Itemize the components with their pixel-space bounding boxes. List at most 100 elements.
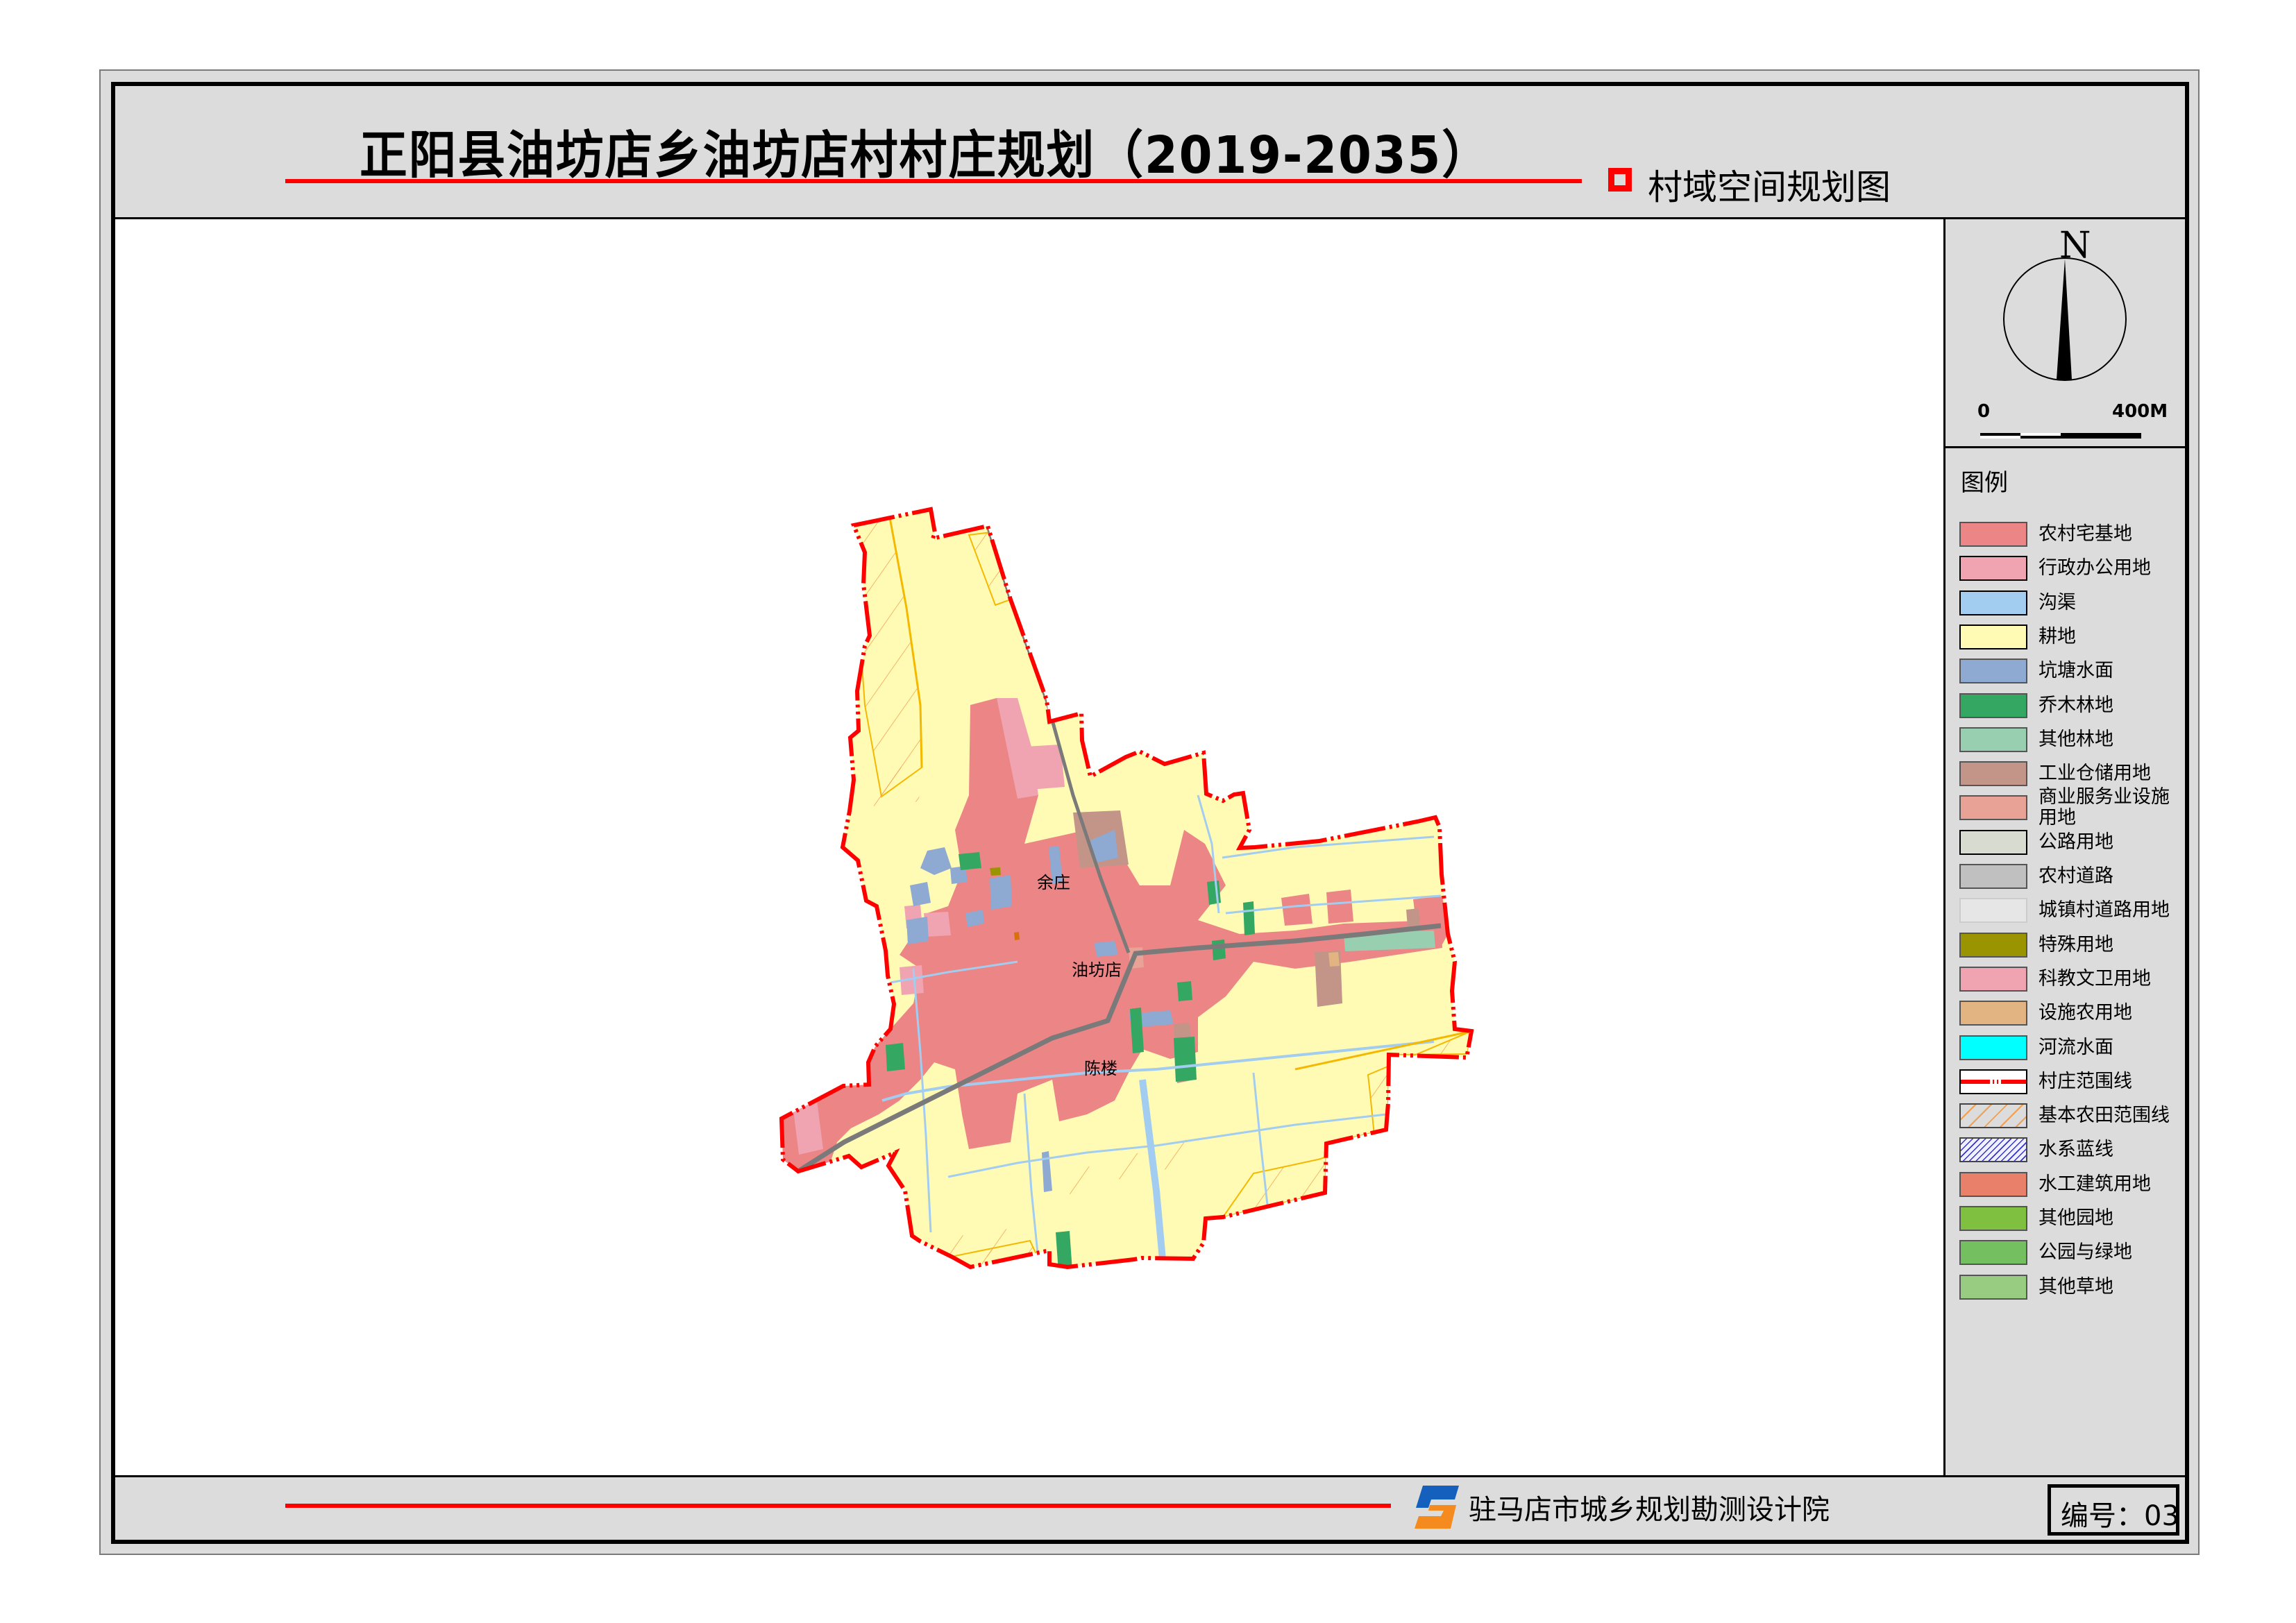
legend-swatch — [1959, 658, 2027, 684]
legend-swatch — [1959, 1240, 2027, 1266]
map-canvas[interactable]: 余庄 油坊店 陈楼 — [115, 219, 1945, 1475]
legend-swatch — [1959, 522, 2027, 547]
institute-logo-icon — [1415, 1486, 1459, 1529]
legend-item: 村庄范围线 — [1959, 1069, 2181, 1097]
organization-name: 驻马店市城乡规划勘测设计院 — [1469, 1494, 1830, 1526]
legend-swatch — [1959, 795, 2027, 821]
legend-swatch — [1959, 761, 2027, 787]
pond-3 — [910, 882, 931, 906]
legend-swatch — [1959, 590, 2027, 615]
legend-label: 城镇村道路用地 — [2038, 899, 2170, 921]
legend-label: 其他林地 — [2038, 728, 2113, 750]
legend-title: 图例 — [1961, 469, 2008, 497]
legend-item: 坑塘水面 — [1959, 658, 2181, 686]
legend-item: 其他林地 — [1959, 726, 2181, 755]
legend-swatch — [1959, 1103, 2027, 1129]
legend-item: 公路用地 — [1959, 829, 2181, 858]
legend-label: 坑塘水面 — [2038, 660, 2113, 682]
sheet-number-box: 编号：03 — [2048, 1484, 2179, 1536]
place-label-yuzhuang: 余庄 — [1037, 873, 1070, 892]
legend-item: 其他草地 — [1959, 1274, 2181, 1302]
header: 正阳县油坊店乡油坊店村村庄规划（2019-2035） 村域空间规划图 — [115, 86, 2185, 219]
sheet-number: 编号：03 — [2061, 1500, 2179, 1532]
forest-east-2 — [1212, 940, 1226, 960]
legend-item: 公园与绿地 — [1959, 1240, 2181, 1268]
land-use-map: 余庄 油坊店 陈楼 — [115, 219, 1943, 1475]
legend-swatch — [1959, 1274, 2027, 1300]
legend-item: 工业仓储用地 — [1959, 761, 2181, 789]
forest-south-2 — [1174, 1037, 1197, 1082]
legend-swatch — [1959, 1035, 2027, 1060]
legend-swatch — [1959, 898, 2027, 924]
legend-swatch — [1959, 624, 2027, 649]
legend-swatch — [1959, 966, 2027, 992]
legend-label: 耕地 — [2038, 625, 2076, 647]
compass-box: N 0 400M — [1945, 219, 2185, 448]
legend-swatch — [1959, 556, 2027, 581]
pond-7 — [1094, 941, 1118, 957]
legend-label: 工业仓储用地 — [2038, 763, 2151, 785]
legend-item: 耕地 — [1959, 624, 2181, 652]
legend-swatch — [1959, 692, 2027, 718]
legend-label: 设施农用地 — [2038, 1002, 2132, 1024]
legend-label: 特殊用地 — [2038, 933, 2113, 955]
legend-swatch — [1959, 1069, 2027, 1094]
map-subtitle: 村域空间规划图 — [1648, 167, 1891, 207]
footer-underline — [285, 1504, 1391, 1508]
legend-item: 城镇村道路用地 — [1959, 898, 2181, 926]
forest-east — [1207, 881, 1221, 905]
square-bullet-icon — [1608, 168, 1632, 192]
legend-item: 其他园地 — [1959, 1206, 2181, 1234]
side-panel: N 0 400M 图例 农村宅基地行政办公用地 沟渠耕地坑塘水面乔木林地其他林地工… — [1945, 219, 2185, 1475]
map-sheet: 正阳县油坊店乡油坊店村村庄规划（2019-2035） 村域空间规划图 余庄 油坊… — [111, 82, 2189, 1544]
place-label-youfangdian: 油坊店 — [1072, 960, 1122, 980]
legend-label: 河流水面 — [2038, 1036, 2113, 1058]
legend-item: 基本农田范围线 — [1959, 1103, 2181, 1131]
facility-ag — [1328, 952, 1340, 967]
title-underline — [285, 179, 1582, 183]
legend-label: 农村道路 — [2038, 865, 2113, 887]
legend-label: 沟渠 — [2038, 591, 2076, 613]
legend-item: 行政办公用地 — [1959, 556, 2181, 584]
legend-item: 农村宅基地 — [1959, 522, 2181, 550]
homestead-east-2 — [1281, 894, 1312, 926]
legend-item: 特殊用地 — [1959, 932, 2181, 960]
legend-item: 设施农用地 — [1959, 1001, 2181, 1028]
legend-label: 其他草地 — [2038, 1275, 2113, 1298]
legend-swatch — [1959, 864, 2027, 889]
forest-west — [886, 1043, 905, 1071]
legend-swatch — [1959, 829, 2027, 855]
legend-swatch — [1959, 932, 2027, 958]
legend-item: 水工建筑用地 — [1959, 1171, 2181, 1200]
legend-swatch — [1959, 1001, 2027, 1026]
admin-north-2 — [1026, 745, 1065, 790]
legend-item: 商业服务业设施用地 — [1959, 787, 2181, 829]
legend-label: 商业服务业设施用地 — [2038, 786, 2170, 829]
industrial-small — [1406, 908, 1420, 927]
legend-item: 乔木林地 — [1959, 692, 2181, 721]
place-label-chenlou: 陈楼 — [1084, 1059, 1117, 1078]
forest-south-1 — [1177, 981, 1192, 1001]
legend-swatch — [1959, 1206, 2027, 1231]
pond-9 — [906, 917, 929, 944]
legend-item: 沟渠 — [1959, 590, 2181, 618]
legend-label: 公园与绿地 — [2038, 1241, 2132, 1264]
legend-item: 农村道路 — [1959, 864, 2181, 892]
footer: 驻马店市城乡规划勘测设计院 编号：03 — [115, 1475, 2185, 1540]
legend-label: 行政办公用地 — [2038, 557, 2151, 579]
water-works — [1014, 932, 1020, 940]
special-use — [990, 867, 1001, 876]
legend-item: 河流水面 — [1959, 1035, 2181, 1063]
legend-label: 公路用地 — [2038, 831, 2113, 853]
page-title: 正阳县油坊店乡油坊店村村庄规划（2019-2035） — [360, 126, 1491, 185]
legend-label: 其他园地 — [2038, 1207, 2113, 1229]
legend-label: 水系蓝线 — [2038, 1139, 2113, 1161]
legend-label: 村庄范围线 — [2038, 1070, 2132, 1092]
scale-end-label: 400M — [2112, 401, 2168, 422]
legend-label: 水工建筑用地 — [2038, 1173, 2151, 1195]
forest-north — [959, 852, 981, 870]
legend-item: 水系蓝线 — [1959, 1137, 2181, 1165]
homestead-east-3 — [1326, 890, 1353, 924]
legend-label: 乔木林地 — [2038, 694, 2113, 716]
legend-label: 基本农田范围线 — [2038, 1105, 2170, 1127]
